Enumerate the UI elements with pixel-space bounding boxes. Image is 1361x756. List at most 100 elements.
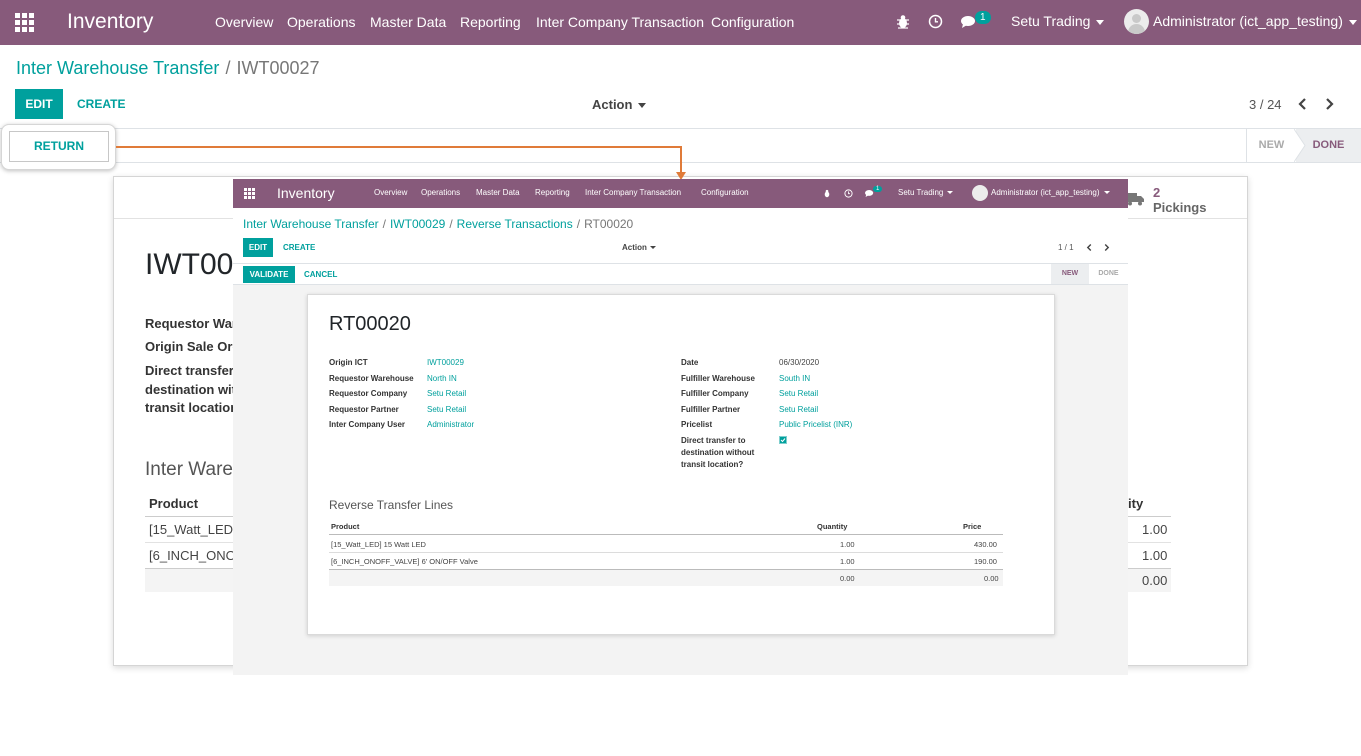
- menu-reporting[interactable]: Reporting: [460, 14, 521, 30]
- line-price[interactable]: 430.00: [974, 540, 997, 549]
- column-price[interactable]: Price: [963, 522, 981, 531]
- origin-ict-field[interactable]: IWT00029: [427, 358, 464, 367]
- field-label: Fulfiller Partner: [681, 405, 741, 414]
- stage-arrow-separator: [1294, 129, 1306, 162]
- cancel-button[interactable]: CANCEL: [304, 270, 337, 279]
- debug-bug-icon[interactable]: [823, 189, 831, 198]
- menu-reporting[interactable]: Reporting: [535, 188, 570, 197]
- fulfiller-partner-field[interactable]: Setu Retail: [779, 405, 818, 414]
- menu-inter-company-transaction[interactable]: Inter Company Transaction: [536, 14, 704, 30]
- background-record-title: IWT00: [145, 248, 234, 281]
- line-product[interactable]: [6_INCH_ONOFF_VALVE] 6' ON/OFF Valve: [331, 557, 478, 566]
- create-button[interactable]: CREATE: [77, 97, 125, 111]
- chevron-down-icon: [947, 191, 954, 195]
- pager-value[interactable]: 3 / 24: [1249, 97, 1282, 112]
- menu-configuration[interactable]: Configuration: [701, 188, 749, 197]
- chevron-down-icon: [1348, 19, 1357, 25]
- breadcrumb-parent[interactable]: Inter Warehouse Transfer: [16, 58, 219, 78]
- menu-configuration[interactable]: Configuration: [711, 14, 794, 30]
- user-avatar[interactable]: [972, 185, 988, 201]
- background-row-product: [15_Watt_LED]: [149, 522, 237, 537]
- user-menu[interactable]: Administrator (ict_app_testing): [1153, 13, 1357, 29]
- message-count-badge: 1: [975, 11, 991, 24]
- line-quantity[interactable]: 1.00: [840, 540, 855, 549]
- menu-inter-company-transaction[interactable]: Inter Company Transaction: [585, 188, 681, 197]
- breadcrumb-item[interactable]: Reverse Transactions: [457, 217, 573, 231]
- requestor-partner-field[interactable]: Setu Retail: [427, 405, 466, 414]
- app-name[interactable]: Inventory: [277, 185, 335, 201]
- return-button[interactable]: RETURN: [9, 131, 109, 162]
- requestor-company-field[interactable]: Setu Retail: [427, 389, 466, 398]
- background-row-product: [6_INCH_ONOF: [149, 548, 244, 563]
- edit-button[interactable]: EDIT: [15, 89, 63, 119]
- menu-overview[interactable]: Overview: [215, 14, 273, 30]
- table-row-line: [329, 552, 1003, 553]
- line-price[interactable]: 190.00: [974, 557, 997, 566]
- column-product[interactable]: Product: [331, 522, 359, 531]
- company-switcher[interactable]: Setu Trading: [898, 188, 954, 197]
- debug-bug-icon[interactable]: [896, 14, 910, 29]
- breadcrumb-current: IWT00027: [236, 58, 320, 78]
- background-section-title: Inter Ware: [145, 459, 233, 480]
- action-dropdown[interactable]: Action: [592, 97, 647, 112]
- return-result-screenshot: Inventory Overview Operations Master Dat…: [233, 179, 1128, 675]
- action-label: Action: [622, 243, 647, 252]
- create-button[interactable]: CREATE: [283, 243, 315, 252]
- pager-previous-icon[interactable]: [1297, 97, 1307, 111]
- pager-next-icon[interactable]: [1325, 97, 1335, 111]
- breadcrumb-separator: /: [382, 217, 386, 231]
- action-dropdown[interactable]: Action: [622, 243, 656, 252]
- line-product[interactable]: [15_Watt_LED] 15 Watt LED: [331, 540, 426, 549]
- line-quantity[interactable]: 1.00: [840, 557, 855, 566]
- menu-operations[interactable]: Operations: [421, 188, 460, 197]
- background-row-qty: 1.00: [1142, 548, 1168, 563]
- direct-transfer-checkbox[interactable]: [779, 436, 787, 444]
- apps-menu-icon[interactable]: [244, 188, 255, 199]
- menu-operations[interactable]: Operations: [287, 14, 355, 30]
- stage-new[interactable]: NEW: [1051, 264, 1089, 284]
- reverse-transaction-form: RT00020 Origin ICT IWT00029 Requestor Wa…: [307, 294, 1055, 635]
- menu-master-data[interactable]: Master Data: [476, 188, 520, 197]
- chevron-down-icon: [1096, 19, 1105, 25]
- user-menu[interactable]: Administrator (ict_app_testing): [991, 188, 1110, 197]
- pager-previous-icon[interactable]: [1086, 243, 1092, 252]
- user-avatar[interactable]: [1124, 9, 1149, 34]
- edit-button[interactable]: EDIT: [243, 238, 273, 257]
- field-label: Fulfiller Company: [681, 389, 749, 398]
- background-label: Requestor Ware: [145, 316, 245, 331]
- activity-clock-icon[interactable]: [928, 14, 943, 29]
- stage-new[interactable]: NEW: [1246, 129, 1296, 162]
- requestor-warehouse-field[interactable]: North IN: [427, 374, 457, 383]
- validate-button[interactable]: VALIDATE: [243, 266, 295, 283]
- breadcrumb-item[interactable]: IWT00029: [390, 217, 445, 231]
- field-label: Date: [681, 358, 699, 367]
- breadcrumb-separator: /: [576, 217, 581, 231]
- app-name[interactable]: Inventory: [67, 10, 153, 34]
- pricelist-field[interactable]: Public Pricelist (INR): [779, 420, 852, 429]
- background-column-product: Product: [149, 496, 199, 511]
- pager-next-icon[interactable]: [1104, 243, 1110, 252]
- date-field[interactable]: 06/30/2020: [779, 358, 819, 367]
- background-label: Origin Sale Ord: [145, 339, 241, 354]
- activity-clock-icon[interactable]: [844, 189, 853, 198]
- inner-status-bar: [233, 263, 1128, 285]
- breadcrumb-current: RT00020: [584, 217, 634, 231]
- background-label: destination wit: [145, 382, 236, 397]
- menu-overview[interactable]: Overview: [374, 188, 407, 197]
- menu-master-data[interactable]: Master Data: [370, 14, 446, 30]
- stage-done[interactable]: DONE: [1089, 264, 1128, 284]
- pager-value[interactable]: 1 / 1: [1058, 243, 1074, 252]
- fulfiller-warehouse-field[interactable]: South IN: [779, 374, 810, 383]
- pickings-label[interactable]: Pickings: [1153, 200, 1206, 215]
- field-label: Inter Company User: [329, 420, 406, 429]
- column-quantity[interactable]: Quantity: [817, 522, 847, 531]
- pickings-count[interactable]: 2: [1153, 185, 1160, 200]
- company-switcher[interactable]: Setu Trading: [1011, 13, 1105, 29]
- background-label: transit location: [145, 400, 239, 415]
- action-label: Action: [592, 97, 633, 112]
- background-column-quantity: ity: [1128, 496, 1144, 511]
- apps-menu-icon[interactable]: [15, 13, 35, 32]
- fulfiller-company-field[interactable]: Setu Retail: [779, 389, 818, 398]
- breadcrumb-item[interactable]: Inter Warehouse Transfer: [243, 217, 379, 231]
- inter-company-user-field[interactable]: Administrator: [427, 420, 474, 429]
